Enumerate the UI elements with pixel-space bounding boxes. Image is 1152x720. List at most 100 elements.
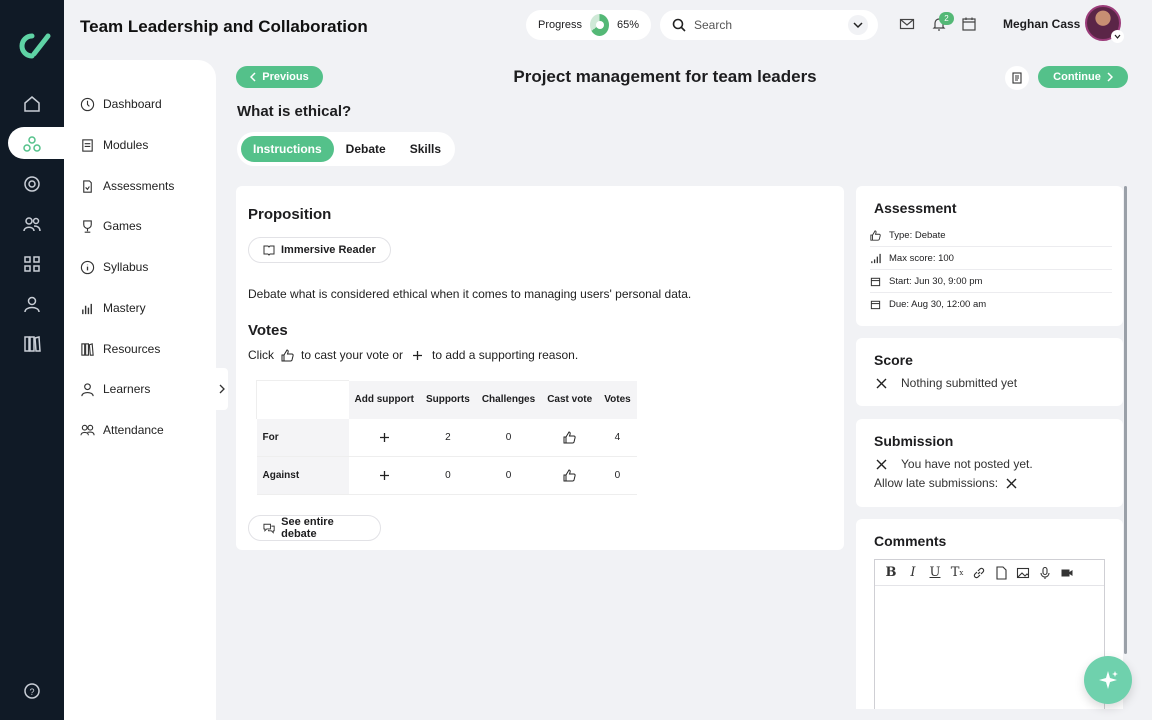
immersive-reader-button[interactable]: Immersive Reader — [248, 237, 391, 263]
grid-icon[interactable] — [22, 254, 42, 274]
sidebar-item-mastery[interactable]: Mastery — [80, 296, 146, 320]
video-icon[interactable] — [1060, 566, 1074, 580]
table-header-blank — [256, 380, 349, 419]
bold-icon[interactable]: B — [884, 565, 898, 580]
people-icon[interactable] — [22, 214, 42, 234]
file-icon[interactable] — [994, 565, 1008, 580]
tab-instructions[interactable]: Instructions — [241, 136, 334, 162]
chevron-right-icon — [219, 384, 225, 394]
notes-icon — [1012, 72, 1022, 84]
score-status: Nothing submitted yet — [876, 376, 1017, 390]
chevron-left-icon — [250, 72, 256, 82]
editor-toolbar: B I U Tx — [875, 560, 1104, 586]
votes-hint-vote: to cast your vote or — [301, 348, 404, 362]
comment-editor[interactable]: B I U Tx — [874, 559, 1105, 709]
add-support-button[interactable] — [348, 418, 420, 457]
submission-status-text: You have not posted yet. — [901, 457, 1033, 471]
cast-vote-button[interactable] — [541, 456, 599, 495]
proposition-heading: Proposition — [248, 206, 332, 223]
underline-icon[interactable]: U — [928, 565, 942, 580]
table-row: For 2 0 4 — [256, 418, 637, 457]
user-name[interactable]: Meghan Cass — [1003, 17, 1080, 31]
sidebar-item-label: Dashboard — [103, 97, 162, 111]
sidebar-item-syllabus[interactable]: Syllabus — [80, 255, 148, 279]
tab-skills[interactable]: Skills — [398, 136, 453, 162]
calendar-icon[interactable] — [961, 16, 977, 32]
votes-hint: Click to cast your vote or to add a supp… — [248, 348, 578, 362]
dashboard-icon — [80, 97, 95, 111]
signal-bars-icon — [871, 253, 881, 263]
search-icon — [672, 18, 686, 32]
sidebar-item-label: Syllabus — [103, 260, 149, 274]
bar-chart-icon — [82, 303, 92, 314]
search-dropdown[interactable] — [848, 15, 868, 35]
library-icon[interactable] — [22, 334, 42, 354]
mail-icon[interactable] — [899, 16, 915, 32]
link-icon[interactable] — [972, 566, 986, 580]
score-card — [856, 338, 1123, 406]
cast-vote-button[interactable] — [541, 418, 599, 457]
network-icon[interactable] — [22, 134, 42, 154]
continue-button[interactable]: Continue — [1038, 66, 1128, 88]
sidebar-collapse-toggle[interactable] — [216, 368, 228, 410]
plus-icon — [413, 350, 423, 360]
sidebar-item-resources[interactable]: Resources — [80, 337, 160, 361]
ai-assistant-button[interactable] — [1084, 656, 1132, 704]
user-menu-toggle[interactable] — [1111, 30, 1124, 43]
progress-indicator: Progress 65% — [526, 10, 651, 40]
image-icon[interactable] — [1016, 566, 1030, 580]
late-submissions-label: Allow late submissions: — [874, 476, 999, 490]
search-box[interactable]: Search — [660, 10, 878, 40]
brand-logo-icon[interactable] — [12, 30, 52, 62]
home-icon[interactable] — [22, 94, 42, 114]
clear-format-icon[interactable]: Tx — [950, 565, 964, 580]
previous-button[interactable]: Previous — [236, 66, 323, 88]
assessment-due: Due: Aug 30, 12:00 am — [870, 293, 1112, 316]
tab-debate[interactable]: Debate — [334, 136, 398, 162]
progress-donut — [590, 14, 609, 36]
profile-icon[interactable] — [22, 294, 42, 314]
target-icon[interactable] — [22, 174, 42, 194]
sidebar-item-label: Assessments — [103, 179, 175, 193]
sidebar-item-label: Mastery — [103, 301, 146, 315]
table-header: Add support — [348, 380, 420, 419]
see-entire-debate-button[interactable]: See entire debate — [248, 515, 381, 541]
table-header: Supports — [419, 380, 476, 419]
assessments-icon — [83, 179, 92, 193]
supports-count: 2 — [419, 418, 476, 457]
assessment-type: Type: Debate — [870, 224, 1112, 247]
votes-count: 0 — [598, 456, 637, 495]
score-heading: Score — [874, 352, 913, 368]
svg-text:?: ? — [29, 687, 34, 697]
chat-icon — [263, 523, 275, 534]
page-title: Project management for team leaders — [513, 67, 817, 86]
challenges-count: 0 — [475, 418, 542, 457]
sidebar-item-assessments[interactable]: Assessments — [80, 174, 174, 198]
modules-icon — [82, 138, 93, 152]
sidebar-item-learners[interactable]: Learners — [80, 377, 150, 401]
sidebar-item-attendance[interactable]: Attendance — [80, 418, 164, 442]
notes-button[interactable] — [1005, 66, 1029, 90]
sidebar-item-games[interactable]: Games — [80, 214, 142, 238]
page-scrollbar[interactable] — [1124, 186, 1127, 654]
sidebar-item-label: Resources — [103, 342, 161, 356]
thumbs-up-icon — [563, 431, 576, 444]
assessment-heading: Assessment — [874, 200, 957, 216]
progress-value: 65% — [616, 19, 639, 31]
assessment-start: Start: Jun 30, 9:00 pm — [870, 270, 1112, 293]
trophy-icon — [83, 219, 92, 233]
italic-icon[interactable]: I — [906, 565, 920, 580]
microphone-icon[interactable] — [1038, 566, 1052, 580]
sidebar-item-dashboard[interactable]: Dashboard — [80, 92, 162, 116]
immersive-reader-label: Immersive Reader — [281, 244, 376, 256]
sparkle-icon — [1099, 671, 1118, 689]
add-support-button[interactable] — [348, 456, 420, 495]
sidebar-item-modules[interactable]: Modules — [80, 133, 148, 157]
table-header: Challenges — [475, 380, 542, 419]
help-icon[interactable]: ? — [22, 681, 42, 701]
search-input[interactable]: Search — [694, 18, 840, 32]
challenges-count: 0 — [475, 456, 542, 495]
assessment-due-text: Due: Aug 30, 12:00 am — [889, 299, 987, 310]
previous-label: Previous — [262, 71, 309, 83]
group-icon — [80, 424, 95, 435]
